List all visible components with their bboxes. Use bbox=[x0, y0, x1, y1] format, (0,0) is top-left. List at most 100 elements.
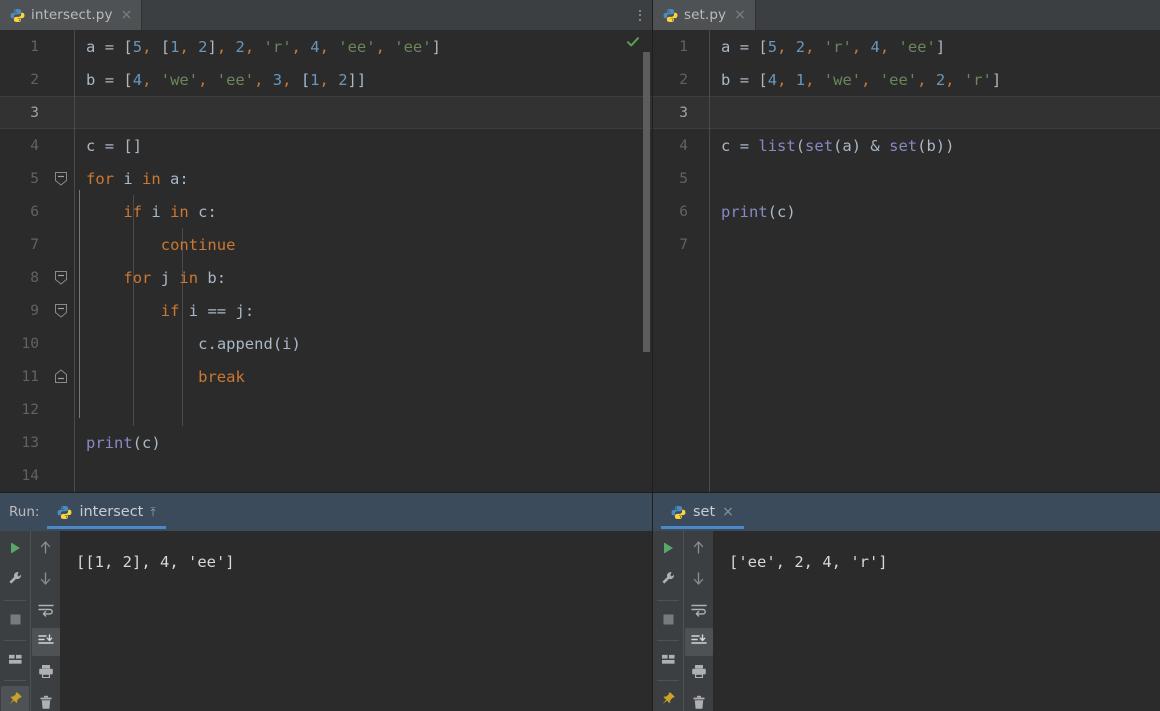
code-line[interactable]: 1 a = [5, [1, 2], 2, 'r', 4, 'ee', 'ee'] bbox=[0, 30, 652, 63]
line-number[interactable]: 6 bbox=[0, 204, 48, 220]
fold-gutter[interactable] bbox=[48, 426, 74, 459]
editor-tab-set[interactable]: set.py × bbox=[653, 0, 756, 30]
code-line[interactable]: 11 break bbox=[0, 360, 652, 393]
code-line[interactable]: 10 c.append(i) bbox=[0, 327, 652, 360]
console-output-left[interactable]: [[1, 2], 4, 'ee'] bbox=[60, 531, 652, 711]
fold-gutter[interactable] bbox=[48, 261, 74, 294]
code-line[interactable]: 4 c = [] bbox=[0, 129, 652, 162]
up-button[interactable] bbox=[32, 535, 60, 563]
line-number[interactable]: 9 bbox=[0, 303, 48, 319]
line-number[interactable]: 13 bbox=[0, 435, 48, 451]
close-icon[interactable]: × bbox=[722, 504, 734, 520]
line-number[interactable]: 2 bbox=[653, 72, 697, 88]
fold-gutter[interactable] bbox=[697, 30, 709, 63]
code-line[interactable]: 8 for j in b: bbox=[0, 261, 652, 294]
code-line[interactable]: 13 print(c) bbox=[0, 426, 652, 459]
line-number[interactable]: 5 bbox=[0, 171, 48, 187]
line-number[interactable]: 14 bbox=[0, 468, 48, 484]
line-number[interactable]: 2 bbox=[0, 72, 48, 88]
fold-end-icon[interactable] bbox=[54, 369, 68, 384]
fold-gutter[interactable] bbox=[697, 96, 709, 129]
fold-gutter[interactable] bbox=[697, 195, 709, 228]
fold-gutter[interactable] bbox=[697, 129, 709, 162]
code-line[interactable]: 2 b = [4, 1, 'we', 'ee', 2, 'r'] bbox=[653, 63, 1160, 96]
run-tab-intersect[interactable]: intersect ⤒ bbox=[47, 493, 166, 531]
fold-gutter[interactable] bbox=[48, 459, 74, 492]
editor-vertical-scrollbar[interactable] bbox=[643, 52, 650, 352]
code-line[interactable]: 14 bbox=[0, 459, 652, 492]
console-output-right[interactable]: ['ee', 2, 4, 'r'] bbox=[713, 531, 1160, 711]
scroll-to-end-button[interactable] bbox=[31, 628, 60, 656]
fold-gutter[interactable] bbox=[697, 162, 709, 195]
line-number[interactable]: 8 bbox=[0, 270, 48, 286]
fold-gutter[interactable] bbox=[48, 228, 74, 261]
line-number[interactable]: 7 bbox=[0, 237, 48, 253]
fold-collapse-icon[interactable] bbox=[54, 270, 68, 285]
code-line[interactable]: 9 if i == j: bbox=[0, 294, 652, 327]
line-number[interactable]: 4 bbox=[653, 138, 697, 154]
fold-collapse-icon[interactable] bbox=[54, 303, 68, 318]
fold-gutter[interactable] bbox=[48, 360, 74, 393]
code-line[interactable]: 3 bbox=[653, 96, 1160, 129]
line-number[interactable]: 3 bbox=[0, 105, 48, 121]
line-number[interactable]: 11 bbox=[0, 369, 48, 385]
code-line[interactable]: 3 bbox=[0, 96, 652, 129]
soft-wrap-button[interactable] bbox=[32, 597, 60, 625]
fold-gutter[interactable] bbox=[48, 129, 74, 162]
line-number[interactable]: 12 bbox=[0, 402, 48, 418]
down-button[interactable] bbox=[32, 566, 60, 594]
code-editor-right[interactable]: 1 a = [5, 2, 'r', 4, 'ee'] 2 b = [4, 1, 'we… bbox=[653, 30, 1160, 492]
code-line[interactable]: 7 continue bbox=[0, 228, 652, 261]
code-line[interactable]: 4 c = list(set(a) & set(b)) bbox=[653, 129, 1160, 162]
code-editor-left[interactable]: 1 a = [5, [1, 2], 2, 'r', 4, 'ee', 'ee'] 2… bbox=[0, 30, 652, 492]
print-button[interactable] bbox=[32, 659, 60, 687]
fold-gutter[interactable] bbox=[697, 63, 709, 96]
line-number[interactable]: 5 bbox=[653, 171, 697, 187]
fold-gutter[interactable] bbox=[697, 228, 709, 261]
pin-tab-button[interactable] bbox=[654, 686, 682, 711]
rerun-button[interactable] bbox=[654, 535, 682, 563]
code-line[interactable]: 7 bbox=[653, 228, 1160, 261]
fold-gutter[interactable] bbox=[48, 96, 74, 129]
down-button[interactable] bbox=[685, 566, 713, 594]
settings-button[interactable] bbox=[654, 566, 682, 594]
code-line[interactable]: 12 bbox=[0, 393, 652, 426]
run-tab-set[interactable]: set × bbox=[661, 493, 744, 531]
line-number[interactable]: 7 bbox=[653, 237, 697, 253]
clear-all-button[interactable] bbox=[685, 690, 713, 711]
code-line[interactable]: 6 if i in c: bbox=[0, 195, 652, 228]
fold-gutter[interactable] bbox=[48, 30, 74, 63]
fold-gutter[interactable] bbox=[48, 63, 74, 96]
fold-gutter[interactable] bbox=[48, 195, 74, 228]
fold-gutter[interactable] bbox=[48, 327, 74, 360]
editor-tab-intersect[interactable]: intersect.py × bbox=[0, 0, 143, 30]
editor-options-kebab-icon[interactable] bbox=[630, 0, 650, 30]
layout-button[interactable] bbox=[654, 646, 682, 674]
line-number[interactable]: 6 bbox=[653, 204, 697, 220]
scroll-to-end-button[interactable] bbox=[684, 628, 713, 656]
rerun-button[interactable] bbox=[1, 535, 29, 563]
inspection-ok-check-icon[interactable] bbox=[626, 35, 640, 53]
line-number[interactable]: 10 bbox=[0, 336, 48, 352]
line-number[interactable]: 4 bbox=[0, 138, 48, 154]
stop-button[interactable] bbox=[654, 606, 682, 634]
fold-gutter[interactable] bbox=[48, 294, 74, 327]
code-line[interactable]: 2 b = [4, 'we', 'ee', 3, [1, 2]] bbox=[0, 63, 652, 96]
line-number[interactable]: 3 bbox=[653, 105, 697, 121]
code-line[interactable]: 5 for i in a: bbox=[0, 162, 652, 195]
soft-wrap-button[interactable] bbox=[685, 597, 713, 625]
pin-icon[interactable]: ⤒ bbox=[150, 505, 155, 520]
code-line[interactable]: 6 print(c) bbox=[653, 195, 1160, 228]
fold-collapse-icon[interactable] bbox=[54, 171, 68, 186]
close-icon[interactable]: × bbox=[121, 8, 133, 22]
code-line[interactable]: 5 bbox=[653, 162, 1160, 195]
settings-button[interactable] bbox=[1, 566, 29, 594]
clear-all-button[interactable] bbox=[32, 690, 60, 711]
code-line[interactable]: 1 a = [5, 2, 'r', 4, 'ee'] bbox=[653, 30, 1160, 63]
line-number[interactable]: 1 bbox=[0, 39, 48, 55]
stop-button[interactable] bbox=[1, 606, 29, 634]
layout-button[interactable] bbox=[1, 646, 29, 674]
pin-tab-button[interactable] bbox=[1, 686, 29, 711]
close-icon[interactable]: × bbox=[734, 8, 746, 22]
fold-gutter[interactable] bbox=[48, 393, 74, 426]
